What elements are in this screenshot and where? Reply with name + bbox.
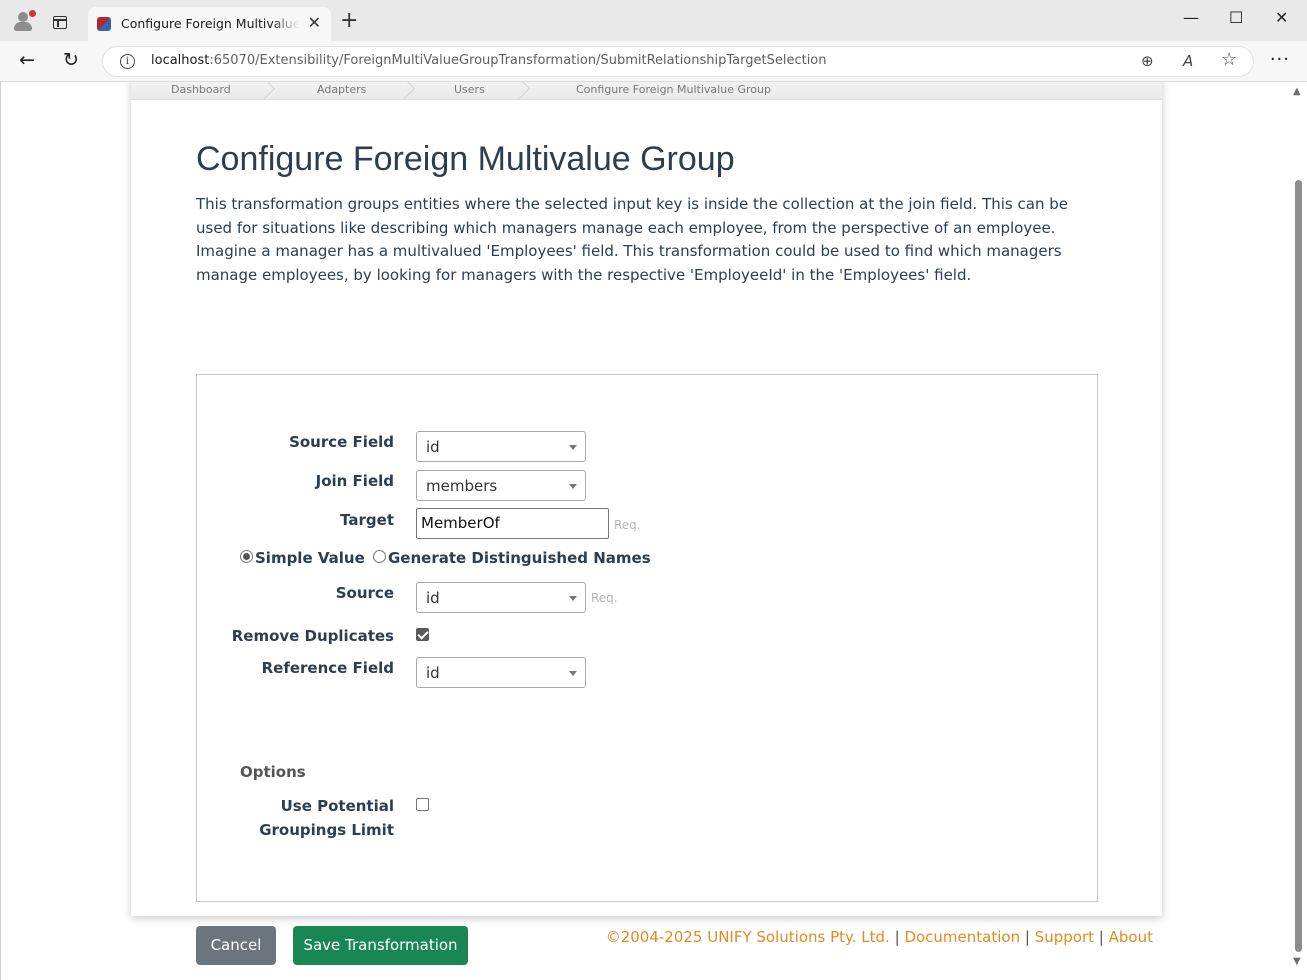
options-heading: Options — [240, 763, 306, 781]
join-field-select[interactable]: members — [416, 470, 586, 501]
footer-separator: | — [894, 928, 900, 946]
source-required-hint: Req. — [591, 591, 618, 605]
support-link[interactable]: Support — [1035, 928, 1094, 946]
source-select[interactable]: id — [416, 582, 586, 613]
target-required-hint: Req. — [614, 518, 641, 532]
target-input[interactable]: MemberOf — [416, 508, 609, 539]
breadcrumb-adapters[interactable]: Adapters — [317, 83, 366, 96]
reload-icon[interactable]: ↻ — [63, 49, 79, 71]
join-field-label: Join Field — [315, 472, 394, 490]
chevron-down-icon — [569, 484, 577, 489]
new-tab-icon[interactable]: + — [340, 8, 358, 33]
breadcrumb-separator — [401, 82, 415, 100]
tab-close-icon[interactable]: ✕ — [308, 13, 321, 32]
footer-separator: | — [1024, 928, 1030, 946]
reference-field-select[interactable]: id — [416, 657, 586, 688]
window-close-icon[interactable]: ✕ — [1275, 8, 1288, 27]
profile-avatar-icon[interactable] — [12, 10, 36, 32]
remove-duplicates-label: Remove Duplicates — [231, 627, 394, 645]
source-field-select[interactable]: id — [416, 431, 586, 462]
page-viewport: Dashboard Adapters Users Configure Forei… — [0, 82, 1307, 980]
simple-value-label[interactable]: Simple Value — [255, 549, 365, 567]
favorite-star-icon[interactable]: ☆ — [1221, 49, 1237, 70]
read-aloud-icon[interactable]: A — [1183, 52, 1193, 70]
window-minimize-icon[interactable]: — — [1183, 8, 1199, 27]
page-title: Configure Foreign Multivalue Group — [196, 140, 735, 178]
save-transformation-button[interactable]: Save Transformation — [293, 926, 468, 965]
source-label: Source — [335, 584, 394, 602]
cancel-button[interactable]: Cancel — [196, 926, 276, 965]
reference-field-label: Reference Field — [261, 659, 394, 677]
documentation-link[interactable]: Documentation — [904, 928, 1020, 946]
chevron-down-icon — [569, 596, 577, 601]
breadcrumb-current: Configure Foreign Multivalue Group — [576, 83, 771, 96]
footer: ©2004-2025 UNIFY Solutions Pty. Ltd. | D… — [606, 928, 1153, 946]
remove-duplicates-checkbox[interactable] — [416, 628, 429, 641]
source-field-label: Source Field — [289, 433, 394, 451]
chevron-down-icon — [569, 671, 577, 676]
browser-tab[interactable]: Configure Foreign Multivalue Group ✕ — [88, 7, 331, 41]
back-arrow-icon[interactable]: ← — [19, 49, 35, 71]
content-card: Dashboard Adapters Users Configure Forei… — [131, 82, 1162, 965]
site-info-icon[interactable]: i — [120, 54, 135, 69]
scrollbar-thumb[interactable] — [1295, 180, 1302, 952]
zoom-icon[interactable]: ⊕ — [1141, 52, 1154, 70]
breadcrumb-separator — [516, 82, 530, 100]
footer-separator: | — [1098, 928, 1104, 946]
more-menu-icon[interactable]: ··· — [1270, 49, 1290, 70]
scroll-up-icon[interactable]: ▲ — [1293, 86, 1301, 97]
window-maximize-icon[interactable]: ☐ — [1229, 8, 1243, 27]
address-toolbar: ← ↻ i localhost:65070/Extensibility/Fore… — [0, 41, 1307, 82]
form-panel: Source Field id Join Field members Targe… — [196, 374, 1098, 902]
tab-title: Configure Foreign Multivalue Group — [121, 16, 299, 31]
url-text[interactable]: localhost:65070/Extensibility/ForeignMul… — [151, 53, 827, 68]
groupings-limit-label-line2: Groupings Limit — [259, 821, 394, 839]
scroll-down-icon[interactable]: ▼ — [1293, 956, 1301, 967]
breadcrumb: Dashboard Adapters Users Configure Forei… — [131, 82, 1162, 100]
url-host: localhost — [151, 53, 210, 68]
generate-dn-label[interactable]: Generate Distinguished Names — [388, 549, 651, 567]
browser-tab-bar: Configure Foreign Multivalue Group ✕ + —… — [0, 0, 1307, 41]
address-bar[interactable]: i localhost:65070/Extensibility/ForeignM… — [102, 46, 1254, 77]
breadcrumb-users[interactable]: Users — [454, 83, 485, 96]
simple-value-radio[interactable] — [240, 550, 253, 563]
page-description: This transformation groups entities wher… — [196, 195, 1068, 284]
copyright-link[interactable]: ©2004-2025 UNIFY Solutions Pty. Ltd. — [606, 928, 890, 946]
about-link[interactable]: About — [1109, 928, 1153, 946]
chevron-down-icon — [569, 445, 577, 450]
groupings-limit-checkbox[interactable] — [416, 798, 429, 811]
generate-dn-radio[interactable] — [373, 550, 386, 563]
groupings-limit-label-line1: Use Potential — [280, 797, 394, 815]
tab-actions-icon[interactable] — [53, 16, 67, 29]
site-favicon-icon — [97, 17, 111, 31]
breadcrumb-separator — [261, 82, 275, 100]
url-path: :65070/Extensibility/ForeignMultiValueGr… — [209, 53, 827, 68]
page-scrollbar[interactable]: ▲ ▼ — [1290, 82, 1307, 980]
breadcrumb-dashboard[interactable]: Dashboard — [171, 83, 231, 96]
target-label: Target — [340, 511, 394, 529]
